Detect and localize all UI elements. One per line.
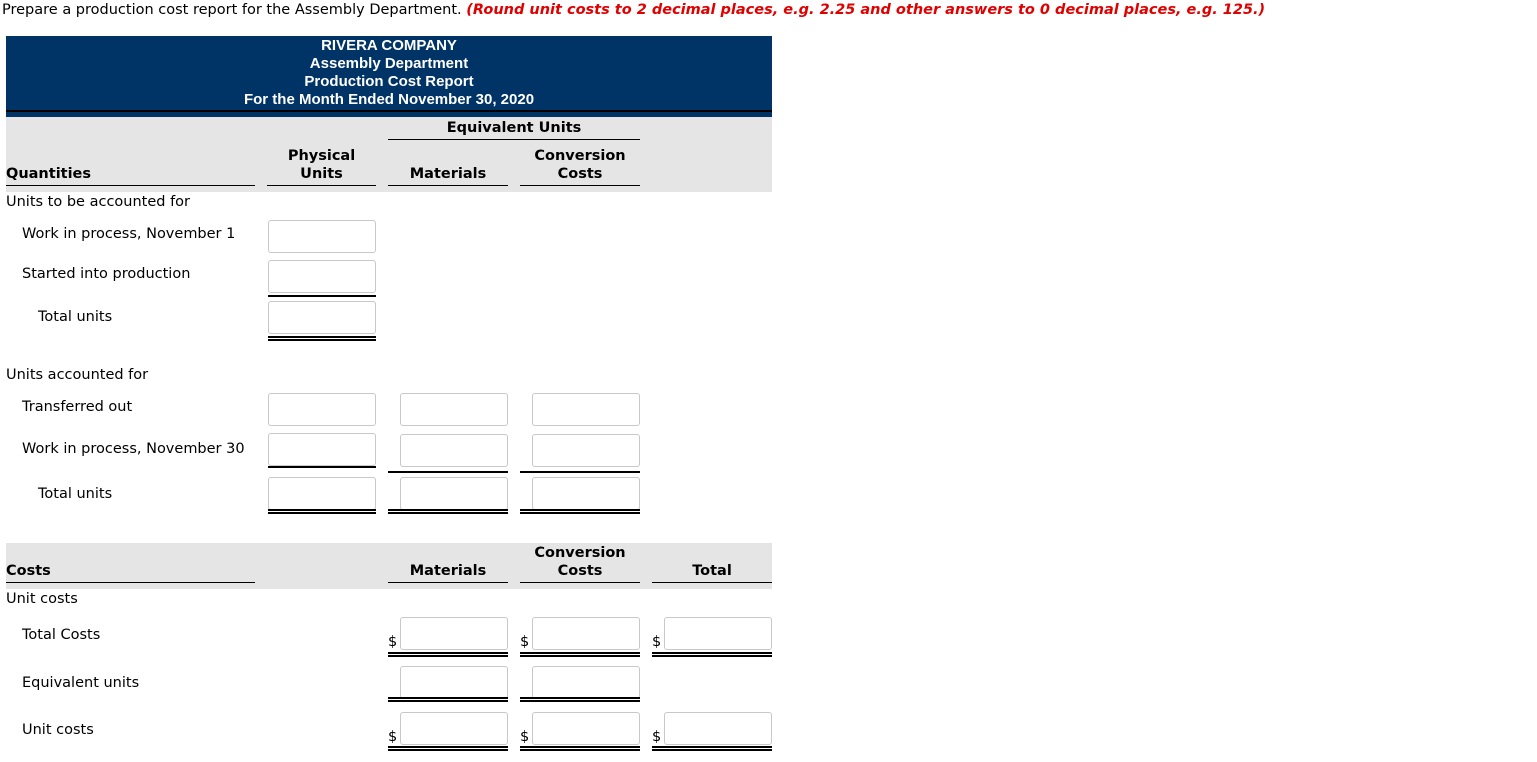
equivalent-units-header: Equivalent Units	[446, 120, 582, 136]
conversion-total-double-rule	[520, 509, 640, 514]
dollar-sign: $	[520, 729, 530, 745]
total-costs-label: Total Costs	[22, 627, 101, 643]
equivalent-units-underline	[388, 139, 640, 140]
total-costs-materials-rule	[388, 652, 508, 657]
costs-total-header: Total	[692, 563, 732, 579]
transferred-out-physical-input[interactable]	[268, 393, 376, 426]
costs-conversion-header-line2: Costs	[557, 563, 603, 579]
transferred-out-materials-input[interactable]	[400, 393, 508, 426]
started-physical-input[interactable]	[268, 260, 376, 293]
costs-materials-header: Materials	[409, 563, 487, 579]
conversion-header-line1: Conversion	[534, 148, 626, 164]
conversion-header-line2: Costs	[557, 166, 603, 182]
report-banner: RIVERA COMPANY Assembly Department Produ…	[6, 36, 772, 117]
equivalent-units-conversion-rule	[520, 697, 640, 702]
costs-conversion-header-line1: Conversion	[534, 545, 626, 561]
unit-costs-materials-input[interactable]	[400, 712, 508, 745]
costs-underline	[6, 582, 255, 583]
total-costs-materials-input[interactable]	[400, 617, 508, 650]
company-name: RIVERA COMPANY	[321, 37, 457, 54]
unit-costs-total-rule	[652, 746, 772, 751]
report-period: For the Month Ended November 30, 2020	[243, 91, 535, 108]
unit-costs-materials-rule	[388, 746, 508, 751]
materials-underline	[388, 185, 508, 186]
equivalent-units-materials-rule	[388, 697, 508, 702]
wip-nov30-physical-input[interactable]	[268, 433, 376, 466]
banner-rule	[6, 110, 772, 112]
transferred-out-conversion-input[interactable]	[532, 393, 640, 426]
total-costs-conversion-input[interactable]	[532, 617, 640, 650]
quantities-underline	[6, 185, 255, 186]
instructions: Prepare a production cost report for the…	[2, 0, 1265, 20]
accounted-total-units-label: Total units	[38, 486, 113, 502]
dollar-sign: $	[652, 729, 662, 745]
subtotal-rule	[268, 295, 376, 297]
physical-subtotal-rule	[268, 466, 376, 468]
total-costs-total-input[interactable]	[664, 617, 772, 650]
wip-nov30-label: Work in process, November 30	[22, 441, 245, 457]
department-name: Assembly Department	[309, 55, 469, 72]
wip-nov1-physical-input[interactable]	[268, 220, 376, 253]
rounding-note: (Round unit costs to 2 decimal places, e…	[466, 2, 1266, 18]
physical-units-header-line2: Units	[300, 166, 343, 182]
physical-units-header-line1: Physical	[287, 148, 356, 164]
wip-nov1-label: Work in process, November 1	[22, 226, 236, 242]
unit-costs-total-input[interactable]	[664, 712, 772, 745]
instructions-text: Prepare a production cost report for the…	[2, 2, 462, 18]
quantities-header: Quantities	[6, 166, 92, 182]
transferred-out-label: Transferred out	[22, 399, 133, 415]
started-label: Started into production	[22, 266, 191, 282]
physical-units-underline	[267, 185, 376, 186]
costs-conversion-underline	[520, 582, 640, 583]
unit-costs-label: Unit costs	[22, 722, 94, 738]
dollar-sign: $	[652, 634, 662, 650]
conversion-subtotal-rule	[520, 471, 640, 473]
costs-materials-underline	[388, 582, 508, 583]
total-units-label: Total units	[38, 309, 113, 325]
conversion-underline	[520, 185, 640, 186]
report-title: Production Cost Report	[304, 73, 474, 90]
dollar-sign: $	[388, 634, 398, 650]
total-costs-conversion-rule	[520, 652, 640, 657]
unit-costs-conversion-input[interactable]	[532, 712, 640, 745]
materials-total-double-rule	[388, 509, 508, 514]
dollar-sign: $	[520, 634, 530, 650]
total-units-physical-input[interactable]	[268, 301, 376, 334]
materials-subtotal-rule	[388, 471, 508, 473]
accounted-total-conversion-input[interactable]	[532, 477, 640, 510]
wip-nov30-materials-input[interactable]	[400, 434, 508, 467]
equivalent-units-materials-input[interactable]	[400, 666, 508, 699]
units-to-be-accounted-for-label: Units to be accounted for	[6, 194, 191, 210]
unit-costs-conversion-rule	[520, 746, 640, 751]
total-costs-total-rule	[652, 652, 772, 657]
total-double-rule	[268, 336, 376, 341]
accounted-total-physical-input[interactable]	[268, 477, 376, 510]
accounted-total-materials-input[interactable]	[400, 477, 508, 510]
costs-total-underline	[652, 582, 772, 583]
unit-costs-section-label: Unit costs	[6, 591, 78, 607]
equivalent-units-conversion-input[interactable]	[532, 666, 640, 699]
materials-header: Materials	[409, 166, 487, 182]
costs-header: Costs	[6, 563, 51, 579]
units-accounted-for-label: Units accounted for	[6, 367, 149, 383]
wip-nov30-conversion-input[interactable]	[532, 434, 640, 467]
equivalent-units-label: Equivalent units	[22, 675, 140, 691]
physical-total-double-rule	[268, 509, 376, 514]
dollar-sign: $	[388, 729, 398, 745]
